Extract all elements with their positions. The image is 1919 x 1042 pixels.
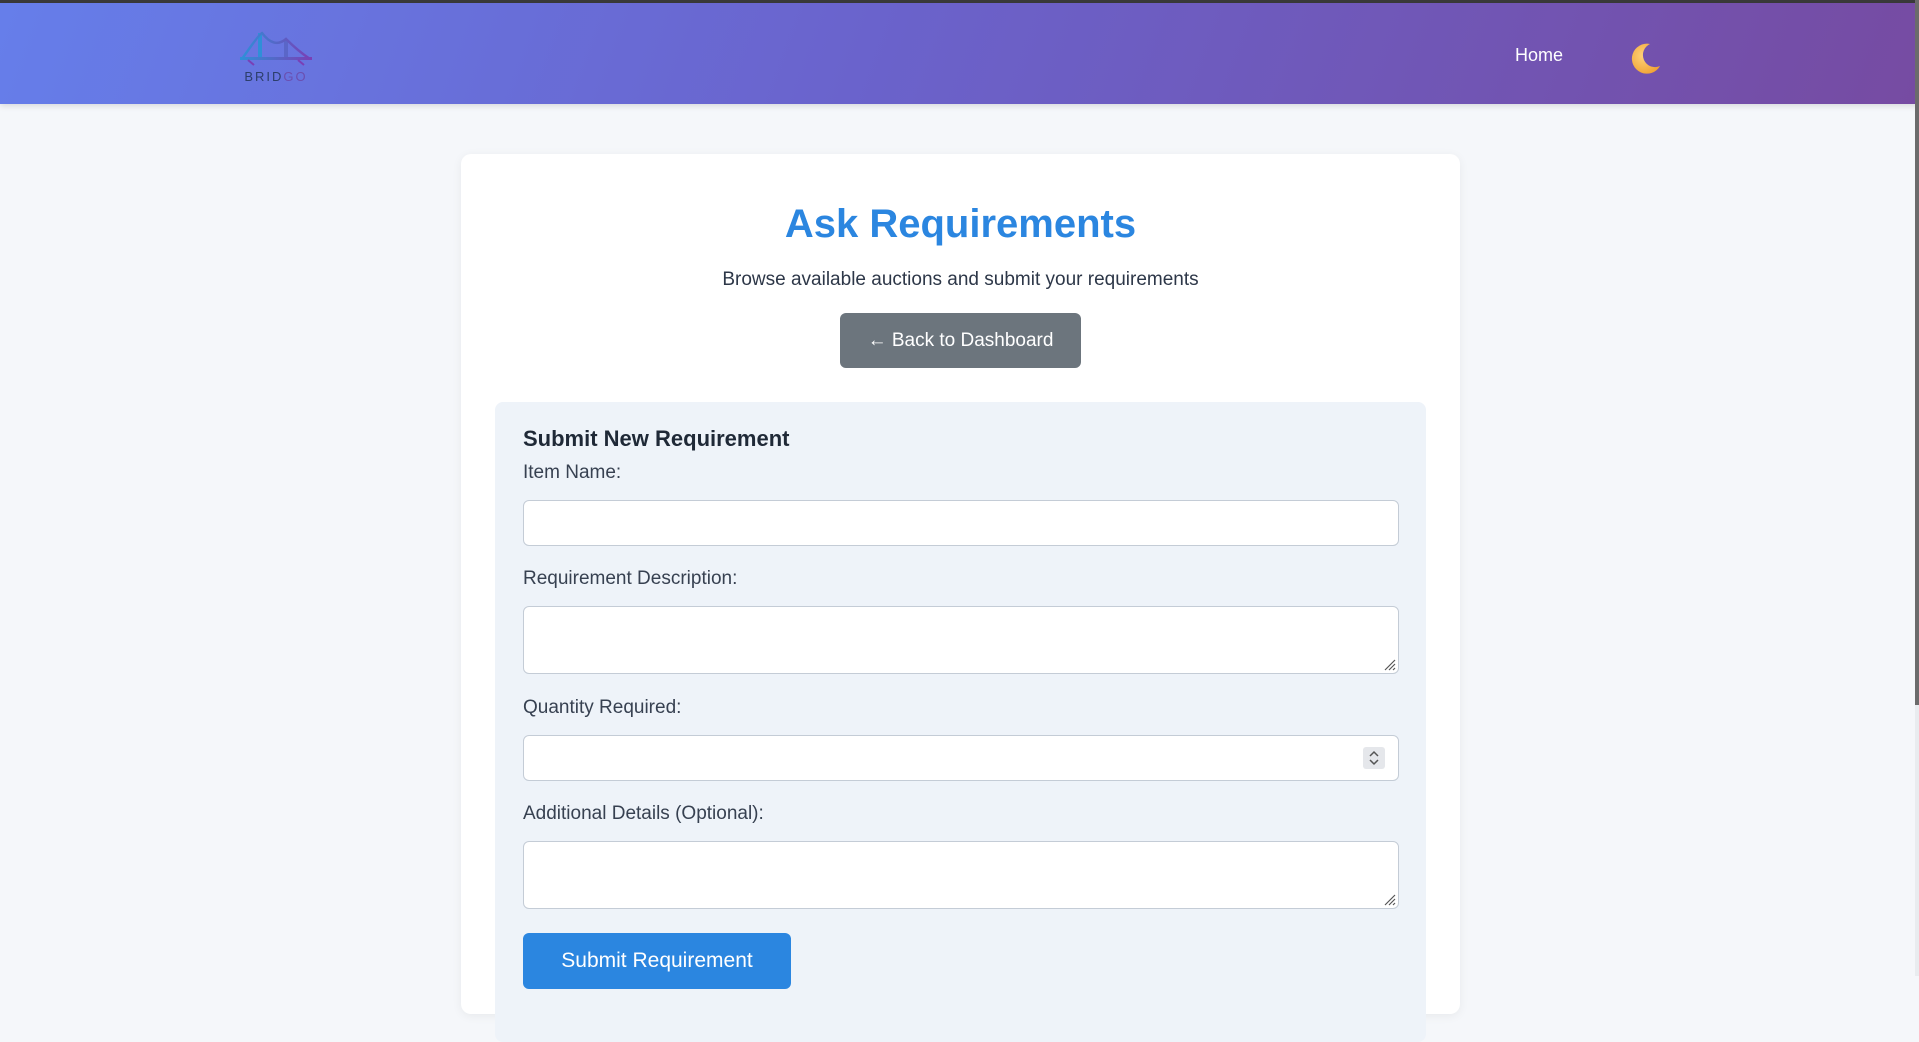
quantity-label: Quantity Required: [523, 697, 682, 718]
page-title: Ask Requirements [784, 202, 1137, 246]
stepper-arrows-icon [1369, 750, 1379, 766]
navbar: BRIDGO Home [0, 3, 1919, 104]
moon-icon [1631, 43, 1660, 74]
resize-grip-icon[interactable] [1382, 892, 1396, 906]
item-name-input[interactable] [523, 500, 1399, 546]
additional-details-label: Additional Details (Optional): [523, 803, 764, 824]
additional-details-textarea[interactable] [523, 841, 1399, 909]
logo-wordmark: BRIDGO [238, 69, 314, 84]
requirements-card: Ask Requirements Browse available auctio… [461, 154, 1460, 1042]
description-textarea[interactable] [523, 606, 1399, 674]
item-name-label: Item Name: [523, 462, 622, 483]
form-heading: Submit New Requirement [523, 426, 790, 451]
submit-requirement-form: Submit New Requirement Item Name: Requir… [495, 402, 1426, 1042]
nav-home-link[interactable]: Home [1515, 45, 1563, 66]
logo-wordmark-go: GO [283, 69, 308, 84]
bridgo-logo[interactable]: BRIDGO [238, 29, 314, 85]
back-to-dashboard-button[interactable]: ← Back to Dashboard [840, 313, 1081, 368]
quantity-stepper[interactable] [1363, 747, 1385, 769]
page-subtitle: Browse available auctions and submit you… [722, 269, 1199, 290]
theme-toggle-button[interactable] [1626, 40, 1664, 78]
submit-requirement-button[interactable]: Submit Requirement [523, 933, 791, 989]
quantity-input[interactable] [523, 735, 1399, 781]
logo-wordmark-brid: BRID [244, 69, 284, 84]
resize-grip-icon[interactable] [1382, 657, 1396, 671]
bridge-logo-icon [240, 31, 312, 66]
description-label: Requirement Description: [523, 568, 738, 589]
scrollbar-thumb[interactable] [1915, 0, 1919, 705]
